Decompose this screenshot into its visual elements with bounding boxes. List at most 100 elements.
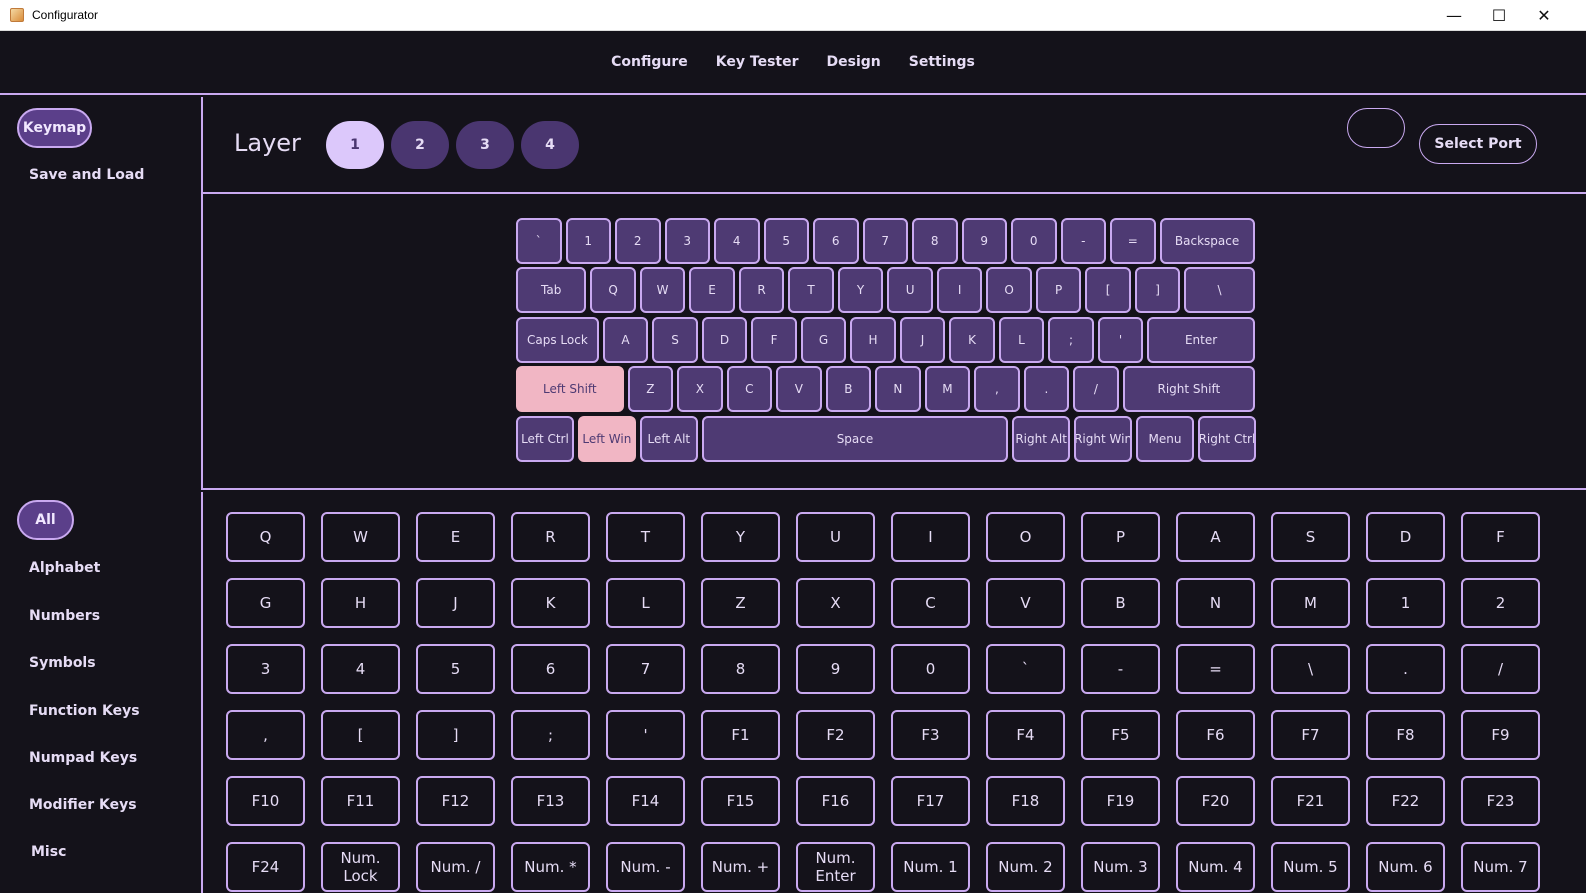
palette-key[interactable]: ; bbox=[511, 710, 590, 760]
palette-key[interactable]: 8 bbox=[701, 644, 780, 694]
palette-key[interactable]: S bbox=[1271, 512, 1350, 562]
palette-key[interactable]: Num. Lock bbox=[321, 842, 400, 892]
category-all[interactable]: All bbox=[17, 500, 74, 540]
keyboard-key[interactable]: Left Shift bbox=[516, 366, 624, 412]
keyboard-key[interactable]: Y bbox=[837, 267, 884, 313]
palette-key[interactable]: Num. 2 bbox=[986, 842, 1065, 892]
palette-key[interactable]: V bbox=[986, 578, 1065, 628]
palette-key[interactable]: 5 bbox=[416, 644, 495, 694]
palette-key[interactable]: Num. + bbox=[701, 842, 780, 892]
palette-key[interactable]: F3 bbox=[891, 710, 970, 760]
keyboard-key[interactable]: Right Shift bbox=[1122, 366, 1256, 412]
palette-key[interactable]: Num. 5 bbox=[1271, 842, 1350, 892]
palette-key[interactable]: F19 bbox=[1081, 776, 1160, 826]
palette-key[interactable]: P bbox=[1081, 512, 1160, 562]
palette-key[interactable]: F17 bbox=[891, 776, 970, 826]
palette-key[interactable]: G bbox=[226, 578, 305, 628]
palette-key[interactable]: 3 bbox=[226, 644, 305, 694]
port-status-indicator[interactable] bbox=[1347, 108, 1405, 148]
category-modifier-keys[interactable]: Modifier Keys bbox=[29, 797, 137, 813]
palette-key[interactable]: Z bbox=[701, 578, 780, 628]
palette-key[interactable]: O bbox=[986, 512, 1065, 562]
keyboard-key[interactable]: D bbox=[701, 317, 748, 363]
palette-key[interactable]: F11 bbox=[321, 776, 400, 826]
palette-key[interactable]: B bbox=[1081, 578, 1160, 628]
keyboard-key[interactable]: M bbox=[924, 366, 971, 412]
palette-key[interactable]: W bbox=[321, 512, 400, 562]
palette-key[interactable]: \ bbox=[1271, 644, 1350, 694]
keyboard-key[interactable]: V bbox=[776, 366, 822, 412]
keyboard-key[interactable]: \ bbox=[1184, 267, 1255, 313]
palette-key[interactable]: F23 bbox=[1461, 776, 1540, 826]
palette-key[interactable]: Num. 4 bbox=[1176, 842, 1255, 892]
palette-key[interactable]: [ bbox=[321, 710, 400, 760]
palette-key[interactable]: . bbox=[1366, 644, 1445, 694]
palette-key[interactable]: Num. Enter bbox=[796, 842, 875, 892]
palette-key[interactable]: C bbox=[891, 578, 970, 628]
keyboard-key[interactable]: K bbox=[949, 317, 995, 363]
palette-key[interactable]: F21 bbox=[1271, 776, 1350, 826]
keyboard-key[interactable]: C bbox=[726, 366, 773, 412]
palette-key[interactable]: J bbox=[416, 578, 495, 628]
palette-key[interactable]: Num. * bbox=[511, 842, 590, 892]
palette-key[interactable]: 9 bbox=[796, 644, 875, 694]
keyboard-key[interactable]: ' bbox=[1097, 317, 1144, 363]
palette-key[interactable]: - bbox=[1081, 644, 1160, 694]
keyboard-key[interactable]: Space bbox=[701, 416, 1009, 462]
keyboard-key[interactable]: Menu bbox=[1136, 416, 1194, 462]
keyboard-key[interactable]: 9 bbox=[961, 218, 1007, 264]
keyboard-key[interactable]: ` bbox=[516, 218, 562, 264]
tab-key-tester[interactable]: Key Tester bbox=[714, 50, 801, 74]
category-misc[interactable]: Misc bbox=[31, 844, 66, 860]
palette-key[interactable]: F14 bbox=[606, 776, 685, 826]
palette-key[interactable]: Num. - bbox=[606, 842, 685, 892]
keyboard-key[interactable]: U bbox=[887, 267, 933, 313]
palette-key[interactable]: ` bbox=[986, 644, 1065, 694]
keyboard-key[interactable]: Left Alt bbox=[639, 416, 698, 462]
palette-key[interactable]: Num. 1 bbox=[891, 842, 970, 892]
keyboard-key[interactable]: ; bbox=[1048, 317, 1094, 363]
palette-key[interactable]: E bbox=[416, 512, 495, 562]
palette-key[interactable]: U bbox=[796, 512, 875, 562]
keyboard-key[interactable]: E bbox=[689, 267, 735, 313]
keyboard-key[interactable]: - bbox=[1060, 218, 1106, 264]
close-button[interactable]: ✕ bbox=[1521, 0, 1567, 31]
palette-key[interactable]: F22 bbox=[1366, 776, 1445, 826]
keyboard-key[interactable]: 0 bbox=[1011, 218, 1057, 264]
keyboard-key[interactable]: 3 bbox=[664, 218, 710, 264]
keyboard-key[interactable]: I bbox=[936, 267, 983, 313]
palette-key[interactable]: 1 bbox=[1366, 578, 1445, 628]
keyboard-key[interactable]: . bbox=[1023, 366, 1070, 412]
keyboard-key[interactable]: Right Ctrl bbox=[1197, 416, 1256, 462]
minimize-button[interactable]: — bbox=[1431, 0, 1477, 31]
keyboard-key[interactable]: 5 bbox=[763, 218, 809, 264]
palette-key[interactable]: F10 bbox=[226, 776, 305, 826]
category-symbols[interactable]: Symbols bbox=[29, 655, 96, 671]
keyboard-key[interactable]: J bbox=[899, 317, 946, 363]
palette-key[interactable]: 4 bbox=[321, 644, 400, 694]
palette-key[interactable]: ' bbox=[606, 710, 685, 760]
tab-design[interactable]: Design bbox=[825, 50, 883, 74]
palette-key[interactable]: K bbox=[511, 578, 590, 628]
palette-key[interactable]: Num. 3 bbox=[1081, 842, 1160, 892]
keyboard-key[interactable]: [ bbox=[1085, 267, 1131, 313]
keyboard-key[interactable]: 8 bbox=[912, 218, 958, 264]
palette-key[interactable]: Y bbox=[701, 512, 780, 562]
keyboard-key[interactable]: Backspace bbox=[1159, 218, 1255, 264]
palette-key[interactable]: F5 bbox=[1081, 710, 1160, 760]
keyboard-key[interactable]: R bbox=[738, 267, 785, 313]
palette-key[interactable]: F20 bbox=[1176, 776, 1255, 826]
keyboard-key[interactable]: 7 bbox=[862, 218, 908, 264]
keyboard-key[interactable]: Left Ctrl bbox=[516, 416, 574, 462]
keyboard-key[interactable]: B bbox=[825, 366, 872, 412]
palette-key[interactable]: A bbox=[1176, 512, 1255, 562]
palette-key[interactable]: F18 bbox=[986, 776, 1065, 826]
category-numpad-keys[interactable]: Numpad Keys bbox=[29, 750, 137, 766]
palette-key[interactable]: F2 bbox=[796, 710, 875, 760]
tab-configure[interactable]: Configure bbox=[609, 50, 690, 74]
keyboard-key[interactable]: G bbox=[800, 317, 847, 363]
palette-key[interactable]: Num. 7 bbox=[1461, 842, 1540, 892]
layer-button-3[interactable]: 3 bbox=[456, 121, 514, 169]
keyboard-key[interactable]: / bbox=[1073, 366, 1119, 412]
keyboard-key[interactable]: ] bbox=[1134, 267, 1181, 313]
